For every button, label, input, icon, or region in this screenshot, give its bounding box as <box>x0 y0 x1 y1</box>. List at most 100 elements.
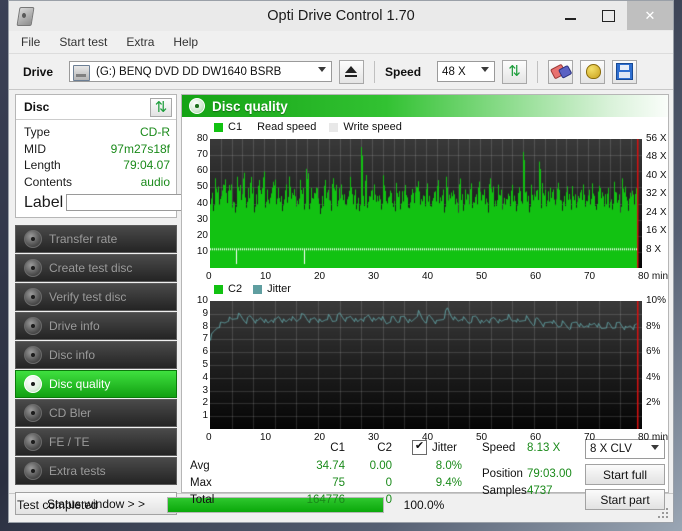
close-button[interactable]: ✕ <box>627 1 673 30</box>
window-controls: ✕ <box>551 1 673 30</box>
write-mode-value: 8 X CLV <box>590 443 632 455</box>
row-label-avg: Avg <box>190 460 210 472</box>
axis-tick-label: 4 <box>202 371 208 383</box>
toolbar-divider-2 <box>537 60 539 83</box>
axis-tick-label: 4% <box>646 371 661 383</box>
col-header-c2: C2 <box>377 442 392 454</box>
axis-tick-label: 5 <box>202 359 208 370</box>
disc-row-label: Contents <box>24 174 73 189</box>
axis-tick-label: 70 <box>584 271 596 282</box>
legend-label-read-speed: Read speed <box>257 121 317 133</box>
toolbar-divider-1 <box>374 60 376 83</box>
disc-row-mid: MID 97m27s18f <box>24 141 170 158</box>
drive-select[interactable]: (G:) BENQ DVD DD DW1640 BSRB <box>69 61 333 82</box>
sidebar-item-create-test-disc[interactable]: Create test disc <box>15 254 177 282</box>
sidebar-item-transfer-rate[interactable]: Transfer rate <box>15 225 177 253</box>
disc-panel-title: Disc <box>24 100 50 114</box>
menu-bar: File Start test Extra Help <box>9 31 673 54</box>
axis-tick-label: 70 <box>196 149 208 161</box>
axis-tick-label: 80 min <box>638 271 669 282</box>
bell-icon <box>585 64 601 79</box>
legend-swatch-c2 <box>214 284 223 294</box>
axis-tick-label: 20 <box>196 229 208 241</box>
menu-item-file[interactable]: File <box>21 35 40 49</box>
menu-item-extra[interactable]: Extra <box>126 35 154 49</box>
speed-stat-label: Speed <box>482 442 516 454</box>
sidebar: Disc ⇅ Type CD-R MID 97m27s18f Length 79… <box>9 90 270 515</box>
nav-list: Transfer rate Create test disc Verify te… <box>15 225 177 485</box>
disc-icon <box>24 259 42 277</box>
speed-select[interactable]: 48 X <box>437 61 496 82</box>
disc-row-value: 97m27s18f <box>110 141 170 156</box>
sidebar-item-disc-info[interactable]: Disc info <box>15 341 177 369</box>
chevron-down-icon <box>481 67 490 72</box>
minimize-button[interactable] <box>551 1 589 30</box>
position-stat-label: Position <box>482 468 523 480</box>
disc-quality-panel: Disc quality C1 Read speed Write speed C… <box>181 94 669 510</box>
menu-item-help[interactable]: Help <box>173 35 198 49</box>
axis-tick-label: 40 X <box>646 169 667 181</box>
position-stat-value: 79:03.00 <box>527 468 572 480</box>
sidebar-item-drive-info[interactable]: Drive info <box>15 312 177 340</box>
axis-tick-label: 32 X <box>646 188 667 200</box>
sidebar-item-verify-test-disc[interactable]: Verify test disc <box>15 283 177 311</box>
sidebar-item-disc-quality[interactable]: Disc quality <box>15 370 177 398</box>
axis-tick-label: 56 X <box>646 133 667 144</box>
toolbar: Drive (G:) BENQ DVD DD DW1640 BSRB Speed… <box>9 54 673 90</box>
title-bar: Opti Drive Control 1.70 ✕ <box>9 1 673 31</box>
charts-area: C1 Read speed Write speed C2 Jitter C1 C… <box>182 117 669 510</box>
max-jitter-value: 9.4% <box>435 477 462 489</box>
erase-button[interactable] <box>548 59 574 84</box>
maximize-button[interactable] <box>589 1 627 30</box>
axis-tick-label: 1 <box>202 410 208 422</box>
sidebar-item-label: FE / TE <box>49 435 90 449</box>
refresh-icon: ⇅ <box>508 63 521 80</box>
legend-label-write-speed: Write speed <box>343 121 402 133</box>
refresh-icon: ⇅ <box>154 98 168 116</box>
menu-item-start-test[interactable]: Start test <box>59 35 107 49</box>
sidebar-item-extra-tests[interactable]: Extra tests <box>15 457 177 485</box>
axis-tick-label: 20 <box>314 271 326 282</box>
refresh-button[interactable]: ⇅ <box>502 59 528 84</box>
resize-grip[interactable] <box>658 508 669 519</box>
axis-tick-label: 30 <box>368 271 380 282</box>
start-part-button[interactable]: Start part <box>585 489 665 510</box>
axis-tick-label: 80 min <box>638 432 669 443</box>
axis-tick-label: 24 X <box>646 206 667 218</box>
disc-row-length: Length 79:04.07 <box>24 157 170 174</box>
progress-percent: 100.0% <box>403 497 445 512</box>
avg-jitter-value: 8.0% <box>435 460 462 472</box>
axis-tick-label: 9 <box>202 307 208 319</box>
axis-tick-label: 30 <box>196 213 208 225</box>
status-text: Test completed <box>17 497 98 512</box>
axis-tick-label: 10 <box>260 271 272 282</box>
screen: Opti Drive Control 1.70 ✕ File Start tes… <box>0 0 682 531</box>
disc-row-value: audio <box>140 174 170 189</box>
bell-button[interactable] <box>580 59 606 84</box>
disc-icon <box>24 404 42 422</box>
disc-refresh-button[interactable]: ⇅ <box>150 97 172 117</box>
disc-icon <box>24 346 42 364</box>
chart2-legend: C2 Jitter <box>214 283 291 295</box>
disc-icon <box>24 433 42 451</box>
sidebar-item-label: CD Bler <box>49 406 92 420</box>
disc-icon <box>24 375 42 393</box>
disc-row-label: Length <box>24 158 61 172</box>
legend-swatch-jitter <box>253 284 263 294</box>
sidebar-item-label: Verify test disc <box>49 290 127 304</box>
axis-tick-label: 50 <box>196 181 208 193</box>
disc-row-label: Type <box>24 125 51 139</box>
save-button[interactable] <box>612 59 638 84</box>
disc-icon <box>24 230 42 248</box>
axis-tick-label: 80 <box>196 133 208 144</box>
sidebar-item-cd-bler[interactable]: CD Bler <box>15 399 177 427</box>
samples-stat-label: Samples <box>482 485 527 497</box>
chevron-down-icon <box>318 67 327 72</box>
jitter-checkbox-label: Jitter <box>432 442 457 454</box>
sidebar-item-fe-te[interactable]: FE / TE <box>15 428 177 456</box>
disc-quality-icon <box>189 98 205 114</box>
eject-button[interactable] <box>339 59 365 84</box>
start-full-button[interactable]: Start full <box>585 464 665 485</box>
speed-value: 48 X <box>442 65 466 78</box>
disc-row-value: 79:04.07 <box>123 158 170 172</box>
